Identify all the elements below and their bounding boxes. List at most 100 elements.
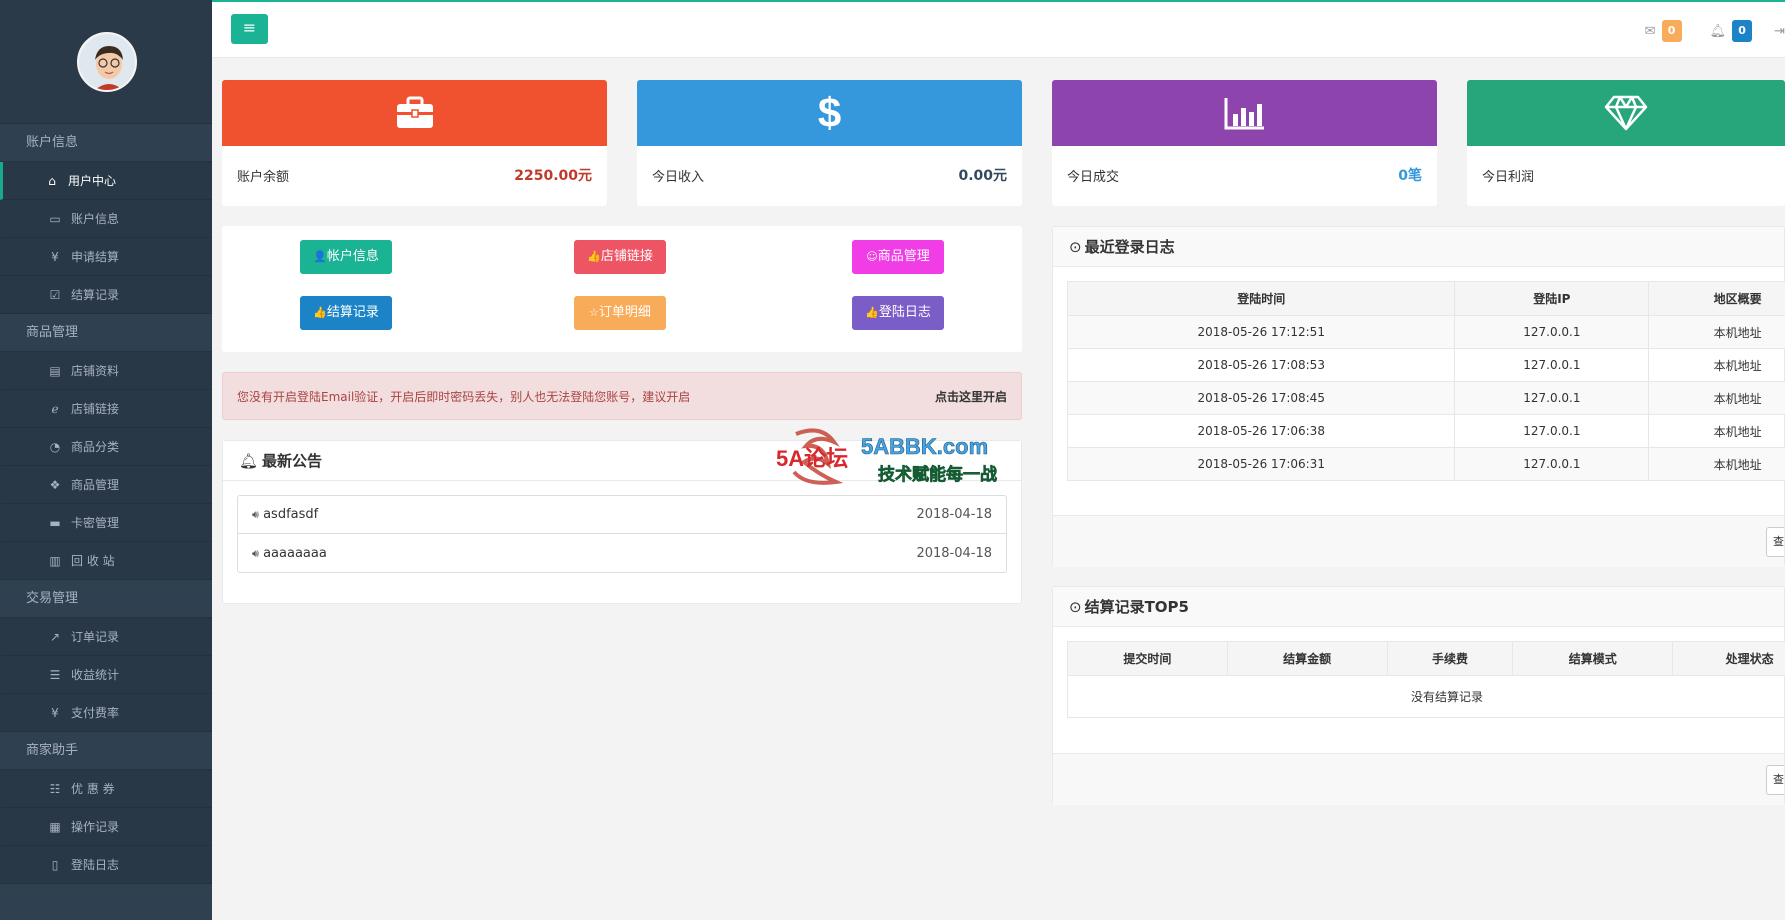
- svg-text:5A论坛: 5A论坛: [776, 446, 848, 471]
- table-cell: 127.0.0.1: [1454, 315, 1650, 349]
- sidebar-item[interactable]: ▬ 卡密管理: [0, 504, 212, 542]
- quick-action-button[interactable]: 👍店铺链接: [574, 240, 666, 274]
- sidebar-item-label: 商品管理: [71, 478, 120, 492]
- quick-action-button[interactable]: 👤帐户信息: [300, 240, 392, 274]
- svg-text:5ABBK.com: 5ABBK.com: [861, 434, 988, 459]
- sidebar-item-label: 店铺链接: [71, 402, 120, 416]
- stat-value: 2250.00元: [514, 168, 592, 184]
- table-cell: 127.0.0.1: [1454, 381, 1650, 415]
- quick-action-button[interactable]: 👍登陆日志: [852, 296, 944, 330]
- bell-count-badge[interactable]: 0: [1732, 20, 1753, 42]
- quick-actions-panel: 👤帐户信息 👍店铺链接 ☺商品管理 👍结算记录 ☆订单明细 👍登陆日志: [222, 226, 1022, 352]
- sidebar-item[interactable]: ❖ 商品管理: [0, 466, 212, 504]
- stat-card-header: [222, 80, 607, 146]
- stat-card-body: 账户余额 2250.00元: [222, 146, 607, 204]
- sidebar-item[interactable]: ▥ 回 收 站: [0, 542, 212, 580]
- stat-value: 0.00元: [958, 168, 1007, 184]
- avatar[interactable]: [77, 32, 137, 92]
- sidebar-item-label: 商品分类: [71, 440, 120, 454]
- sidebar-item[interactable]: ◔ 商品分类: [0, 428, 212, 466]
- quick-action-icon: 👍: [313, 306, 327, 319]
- logout-icon[interactable]: ⇥: [1774, 24, 1785, 39]
- mail-count-badge[interactable]: 0: [1661, 20, 1682, 42]
- list-alt-icon: ☷: [49, 781, 61, 796]
- quick-action-button[interactable]: ☆订单明细: [574, 296, 666, 330]
- notice-item[interactable]: 🔊︎ asdfasdf 2018-04-18: [238, 496, 1006, 534]
- sidebar-item[interactable]: ☷ 优 惠 券: [0, 770, 212, 808]
- notice-date: 2018-04-18: [916, 507, 992, 522]
- quick-action-button[interactable]: 👍结算记录: [300, 296, 392, 330]
- envelope-icon[interactable]: ✉: [1645, 24, 1656, 39]
- sidebar-item-label: 用户中心: [68, 174, 117, 188]
- stat-card-header: $: [637, 80, 1022, 146]
- email-verify-alert: 您没有开启登陆Email验证，开启后即时密码丢失，别人也无法登陆您账号，建议开启…: [222, 372, 1022, 420]
- quick-action-icon: 👍: [865, 306, 879, 319]
- enable-email-link[interactable]: 点击这里开启: [935, 388, 1007, 405]
- table-cell: 本机地址: [1648, 348, 1785, 382]
- credit-card-icon: ▬: [49, 515, 61, 530]
- table-cell: 2018-05-26 17:08:53: [1066, 348, 1456, 382]
- sidebar-item-label: 操作记录: [71, 820, 120, 834]
- list-icon: ☰: [49, 667, 61, 682]
- notice-date: 2018-04-18: [916, 545, 992, 561]
- sidebar-item-label: 收益统计: [71, 668, 120, 682]
- sidebar-section-title[interactable]: 商品管理: [0, 314, 212, 352]
- settle-top5-panel: ⊙ 结算记录TOP5 提交时间 结算金额 手续费 结算模式 处理状态 没有结算记录 查: [1052, 586, 1785, 805]
- yen-icon: ¥: [51, 249, 59, 264]
- table-cell: 本机地址: [1648, 414, 1785, 448]
- sidebar-section-title[interactable]: 交易管理: [0, 580, 212, 618]
- notice-item[interactable]: 🔊︎ aaaaaaaa 2018-04-18: [238, 534, 1006, 572]
- sidebar-item[interactable]: ▯ 登陆日志: [0, 846, 212, 884]
- sidebar-item[interactable]: ℯ 店铺链接: [0, 390, 212, 428]
- stat-card: $ 今日收入 0.00元: [637, 80, 1022, 206]
- settle-header: 手续费: [1386, 641, 1514, 676]
- login-log-more-button[interactable]: 查: [1766, 527, 1784, 557]
- stat-card-body: 今日成交 0笔: [1052, 146, 1437, 204]
- sidebar-item[interactable]: ☰ 收益统计: [0, 656, 212, 694]
- settle-more-button[interactable]: 查: [1766, 765, 1784, 795]
- sidebar-item[interactable]: ↗ 订单记录: [0, 618, 212, 656]
- table-row: 2018-05-26 17:08:53 127.0.0.1 本机地址: [1066, 348, 1785, 382]
- quick-action-label: 帐户信息: [326, 249, 379, 264]
- table-cell: 本机地址: [1648, 381, 1785, 415]
- menu-toggle-button[interactable]: ≡: [231, 14, 268, 44]
- clock-icon: ⊙: [1069, 237, 1082, 256]
- sidebar-item[interactable]: ¥ 申请结算: [0, 238, 212, 276]
- file-icon: ▯: [51, 857, 59, 872]
- sidebar-item[interactable]: ▦ 操作记录: [0, 808, 212, 846]
- ie-icon: ℯ: [51, 401, 59, 416]
- table-row: 2018-05-26 17:06:38 127.0.0.1 本机地址: [1066, 414, 1785, 448]
- table-row: 2018-05-26 17:08:45 127.0.0.1 本机地址: [1066, 381, 1785, 415]
- hamburger-icon: ≡: [242, 18, 257, 37]
- quick-action-label: 店铺链接: [600, 249, 653, 264]
- sidebar-item-label: 优 惠 券: [71, 782, 115, 796]
- notice-title: asdfasdf: [263, 507, 319, 522]
- login-log-table: 登陆时间 登陆IP 地区概要 2018-05-26 17:12:51 127.0.0.…: [1066, 281, 1785, 481]
- stat-card-header: [1052, 80, 1437, 146]
- login-log-header: 地区概要: [1648, 281, 1785, 316]
- quick-action-button[interactable]: ☺商品管理: [852, 240, 944, 274]
- quick-action-icon: 👍: [587, 250, 601, 263]
- stat-label: 今日收入: [652, 169, 705, 185]
- sidebar-item[interactable]: ☑ 结算记录: [0, 276, 212, 314]
- stat-card: 今日利润: [1467, 80, 1785, 206]
- sidebar-section-title[interactable]: 账户信息: [0, 124, 212, 162]
- sidebar-item[interactable]: ¥ 支付费率: [0, 694, 212, 732]
- sidebar-section-title[interactable]: 商家助手: [0, 732, 212, 770]
- quick-action-label: 订单明细: [598, 305, 651, 320]
- sidebar-item[interactable]: ▤ 店铺资料: [0, 352, 212, 390]
- profile-area: [0, 0, 212, 124]
- sidebar-item[interactable]: ⌂ 用户中心: [0, 162, 212, 200]
- sidebar-item-label: 店铺资料: [71, 364, 120, 378]
- svg-text:技术赋能每一战: 技术赋能每一战: [878, 464, 997, 485]
- stat-label: 今日成交: [1067, 169, 1120, 185]
- topbar-right: ✉ 0 🔔︎ 0 ⇥: [1645, 20, 1785, 42]
- bell-icon[interactable]: 🔔︎: [1710, 24, 1727, 39]
- sidebar-item-label: 卡密管理: [71, 516, 120, 530]
- sidebar-item[interactable]: ▭ 账户信息: [0, 200, 212, 238]
- login-log-panel: ⊙ 最近登录日志 登陆时间 登陆IP 地区概要 2018-05-26 17:12:5…: [1052, 226, 1785, 567]
- table-cell: 2018-05-26 17:12:51: [1066, 315, 1456, 349]
- cubes-icon: ❖: [49, 477, 61, 492]
- login-log-title: ⊙ 最近登录日志: [1053, 227, 1784, 267]
- table-cell: 2018-05-26 17:08:45: [1066, 381, 1456, 415]
